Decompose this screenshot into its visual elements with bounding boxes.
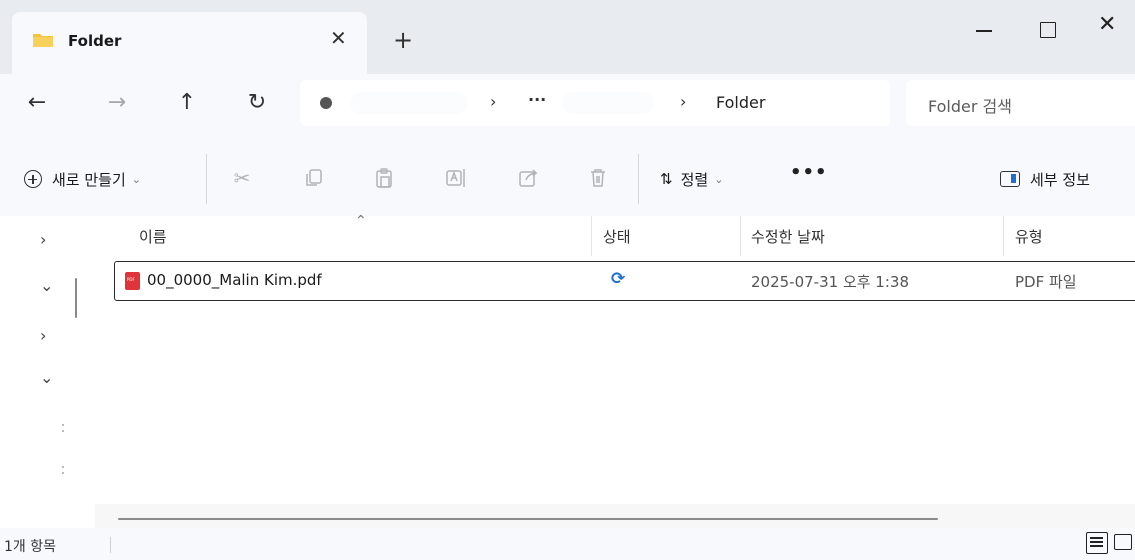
details-pane-button[interactable]: 세부 정보	[1000, 164, 1090, 194]
status-bar: 1개 항목	[0, 528, 1135, 560]
search-box[interactable]: Folder 검색	[906, 80, 1135, 126]
paste-icon[interactable]	[372, 166, 396, 190]
navpane-scrollbar[interactable]	[75, 278, 77, 318]
sort-ascending-icon: ⌃	[355, 213, 367, 229]
expand-chevron-icon[interactable]: ›	[40, 326, 46, 345]
details-pane-icon	[1000, 171, 1020, 187]
folder-icon	[33, 34, 53, 47]
content-area: › ⌄ › ⌄ ⌃ 이름 상태 수정한 날짜 유형 00_0000_Malin …	[0, 213, 1135, 528]
tab-title: Folder	[68, 32, 122, 50]
search-placeholder: Folder 검색	[928, 97, 1012, 116]
file-type: PDF 파일	[1015, 273, 1077, 291]
up-icon[interactable]: ↑	[172, 88, 202, 118]
maximize-button[interactable]	[1032, 10, 1072, 50]
breadcrumb-separator-icon[interactable]: ›	[490, 92, 496, 111]
horizontal-scrollbar-thumb[interactable]	[118, 518, 938, 520]
tab-folder[interactable]: Folder ✕	[12, 12, 367, 74]
refresh-icon[interactable]: ↻	[242, 88, 272, 118]
tree-indent-dot	[62, 472, 64, 474]
column-header-modified[interactable]: 수정한 날짜	[751, 226, 825, 247]
tree-indent-dot	[62, 466, 64, 468]
sort-button-label: 정렬	[680, 170, 709, 189]
copy-icon[interactable]	[302, 166, 326, 190]
new-tab-icon[interactable]: +	[393, 28, 413, 52]
plus-circle-icon	[24, 170, 42, 188]
column-header-row: ⌃ 이름 상태 수정한 날짜 유형	[95, 213, 1135, 256]
command-bar: 새로 만들기 ⌄ ✂ ⇅ 정렬 ⌄ ••• 세부 정보	[0, 140, 1135, 216]
file-modified-date: 2025-07-31 오후 1:38	[751, 273, 909, 291]
share-icon[interactable]	[516, 166, 540, 190]
column-header-status[interactable]: 상태	[603, 226, 631, 247]
sync-status-icon: ⟳	[611, 269, 626, 289]
window-close-button[interactable]: ✕	[1098, 14, 1116, 36]
rename-icon[interactable]	[444, 166, 468, 190]
sort-button[interactable]: ⇅ 정렬 ⌄	[660, 164, 723, 194]
address-bar[interactable]: › ··· › Folder	[300, 80, 890, 126]
navigation-pane: › ⌄ › ⌄	[0, 216, 95, 528]
new-button[interactable]: 새로 만들기 ⌄	[24, 164, 141, 194]
toolbar-divider	[206, 154, 207, 204]
new-button-label: 새로 만들기	[52, 170, 126, 189]
column-header-name[interactable]: 이름	[139, 226, 167, 247]
collapse-chevron-icon[interactable]: ⌄	[40, 276, 53, 295]
navigation-bar: ← → ↑ ↻ › ··· › Folder Folder 검색	[0, 74, 1135, 140]
tree-indent-dot	[62, 424, 64, 426]
file-name: 00_0000_Malin Kim.pdf	[147, 271, 322, 289]
minimize-button[interactable]	[966, 10, 1006, 50]
breadcrumb-redacted-segment[interactable]	[350, 92, 468, 114]
breadcrumb-redacted-segment[interactable]	[562, 92, 654, 114]
delete-icon[interactable]	[586, 166, 610, 190]
more-options-icon[interactable]: •••	[790, 162, 828, 183]
column-resize-handle[interactable]	[740, 216, 741, 256]
chevron-down-icon: ⌄	[131, 172, 141, 186]
tiles-view-icon[interactable]	[1114, 534, 1132, 550]
pdf-file-icon	[125, 272, 140, 290]
forward-icon[interactable]: →	[102, 88, 132, 118]
breadcrumb-overflow-button[interactable]: ···	[528, 90, 546, 109]
toolbar-divider	[638, 154, 639, 204]
tree-indent-dot	[62, 430, 64, 432]
location-info-icon[interactable]	[320, 97, 332, 109]
horizontal-scrollbar-track[interactable]	[95, 504, 1135, 528]
breadcrumb-separator-icon[interactable]: ›	[680, 92, 686, 111]
column-resize-handle[interactable]	[591, 216, 592, 256]
back-icon[interactable]: ←	[22, 88, 52, 118]
column-resize-handle[interactable]	[1003, 216, 1004, 256]
title-bar: Folder ✕ + ✕	[0, 0, 1135, 74]
tab-close-icon[interactable]: ✕	[330, 28, 347, 48]
file-row[interactable]: 00_0000_Malin Kim.pdf ⟳ 2025-07-31 오후 1:…	[114, 261, 1135, 301]
details-pane-label: 세부 정보	[1030, 170, 1090, 189]
collapse-chevron-icon[interactable]: ⌄	[40, 368, 53, 387]
expand-chevron-icon[interactable]: ›	[40, 230, 46, 249]
item-count: 1개 항목	[4, 539, 56, 555]
column-header-type[interactable]: 유형	[1015, 226, 1043, 247]
status-divider	[110, 537, 111, 553]
breadcrumb-current-folder[interactable]: Folder	[716, 93, 765, 112]
details-view-icon[interactable]	[1086, 532, 1108, 554]
cut-icon[interactable]: ✂	[230, 166, 254, 190]
sort-icon: ⇅	[660, 170, 673, 188]
chevron-down-icon: ⌄	[714, 172, 724, 186]
